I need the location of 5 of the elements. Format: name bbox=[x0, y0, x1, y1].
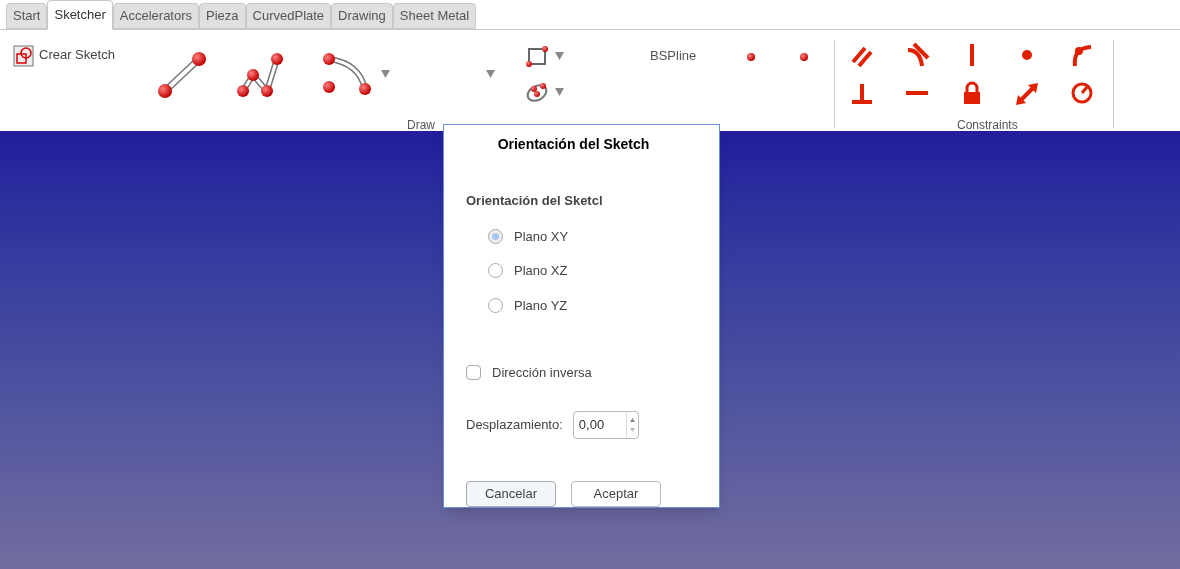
group-label: Constraints bbox=[957, 117, 1018, 134]
dialog-title: Orientación del Sketch bbox=[496, 135, 651, 154]
field-label: Desplazamiento: bbox=[466, 415, 563, 434]
section-heading: Orientación del Sketcl bbox=[466, 192, 604, 210]
group-label: Draw bbox=[407, 117, 435, 134]
